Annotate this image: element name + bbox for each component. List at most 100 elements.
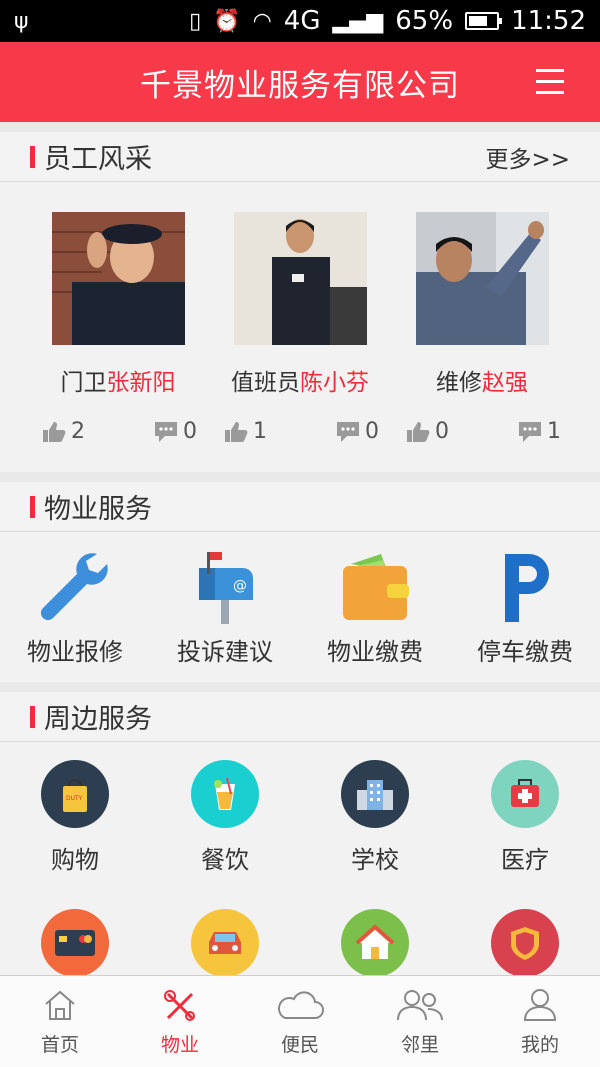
shopping-bag-icon: DUTY [41, 760, 109, 828]
nearby-label: 学校 [351, 846, 399, 874]
staff-stats: 0 1 [391, 419, 573, 444]
like-count: 0 [435, 419, 449, 444]
parking-icon [505, 554, 549, 622]
hamburger-menu-icon[interactable] [536, 69, 564, 102]
nearby-dining-button[interactable]: 餐饮 [150, 760, 300, 875]
signal-icon: ▂▄▆ [332, 8, 384, 34]
nearby-house-button[interactable] [300, 909, 450, 975]
property-complaint-button[interactable]: @ 投诉建议 [150, 548, 300, 667]
clock: 11:52 [511, 6, 586, 36]
tab-label: 物业 [160, 1034, 199, 1056]
staff-card-repair[interactable]: 维修赵强 0 1 [391, 212, 573, 444]
tab-home[interactable]: 首页 [0, 976, 120, 1067]
property-section-header: 物业服务 [0, 482, 600, 532]
section-marker [30, 495, 35, 518]
usb-icon: ψ [14, 8, 29, 34]
tab-label: 便民 [280, 1034, 319, 1056]
page-title: 千景物业服务有限公司 [140, 67, 460, 104]
like-button[interactable]: 1 [223, 419, 267, 444]
thumbs-up-icon [225, 421, 248, 442]
staff-role: 值班员 [231, 370, 300, 396]
comment-icon [155, 421, 177, 442]
property-grid: 物业报修 @ 投诉建议 物业缴费 停车缴费 [0, 532, 600, 667]
property-repair-button[interactable]: 物业报修 [0, 548, 150, 667]
like-button[interactable]: 2 [41, 419, 85, 444]
nearby-shield-button[interactable] [450, 909, 600, 975]
thumbs-up-icon [407, 421, 430, 442]
nearby-shopping-button[interactable]: DUTY 购物 [0, 760, 150, 875]
staff-card-duty[interactable]: 值班员陈小芬 1 0 [209, 212, 391, 444]
wifi-icon: ◠ [252, 8, 272, 34]
nearby-medical-button[interactable]: 医疗 [450, 760, 600, 875]
staff-list: 门卫张新阳 2 0 值班员陈小芬 1 0 维修赵强 0 1 [0, 182, 600, 444]
nearby-section: 周边服务 DUTY 购物 餐饮 学校 医疗 [0, 692, 600, 975]
tab-convenience[interactable]: 便民 [240, 976, 360, 1067]
nearby-grid-row2 [0, 875, 600, 975]
neighbors-icon [397, 990, 443, 1021]
comment-button[interactable]: 1 [517, 419, 561, 444]
tab-label: 邻里 [400, 1034, 439, 1056]
more-link[interactable]: 更多>> [485, 140, 570, 174]
staff-section: 员工风采 更多>> 门卫张新阳 2 0 值班员陈小芬 1 0 维修赵强 0 1 [0, 132, 600, 472]
staff-photo [415, 212, 549, 345]
like-button[interactable]: 0 [405, 419, 449, 444]
staff-section-header: 员工风采 更多>> [0, 132, 600, 182]
tools-icon [164, 990, 195, 1021]
comment-count: 0 [183, 419, 197, 444]
vibrate-icon: ▯ [189, 8, 202, 34]
property-label: 物业缴费 [327, 638, 423, 666]
like-count: 1 [253, 419, 267, 444]
wallet-icon [343, 554, 409, 620]
section-marker [30, 145, 35, 168]
alarm-icon: ⏰ [213, 8, 241, 34]
property-fee-button[interactable]: 物业缴费 [300, 548, 450, 667]
staff-name: 赵强 [482, 370, 528, 396]
car-icon [191, 909, 259, 975]
tab-me[interactable]: 我的 [480, 976, 600, 1067]
nearby-label: 购物 [51, 846, 99, 874]
nearby-grid-row1: DUTY 购物 餐饮 学校 医疗 [0, 742, 600, 875]
staff-name: 陈小芬 [300, 370, 369, 396]
staff-photo [233, 212, 367, 345]
tab-property[interactable]: 物业 [120, 976, 240, 1067]
section-title: 周边服务 [44, 704, 152, 735]
staff-caption: 值班员陈小芬 [209, 363, 391, 397]
comment-count: 0 [365, 419, 379, 444]
comment-icon [337, 421, 359, 442]
like-count: 2 [71, 419, 85, 444]
svg-text:@: @ [233, 578, 247, 594]
comment-icon [519, 421, 541, 442]
house-icon [341, 909, 409, 975]
school-building-icon [341, 760, 409, 828]
tab-label: 我的 [520, 1034, 559, 1056]
section-title: 物业服务 [44, 494, 152, 525]
comment-count: 1 [547, 419, 561, 444]
wrench-icon [40, 553, 108, 621]
nearby-school-button[interactable]: 学校 [300, 760, 450, 875]
nearby-section-header: 周边服务 [0, 692, 600, 742]
nearby-car-button[interactable] [150, 909, 300, 975]
shield-icon [491, 909, 559, 975]
mailbox-icon: @ [199, 552, 253, 624]
section-marker [30, 705, 35, 728]
staff-stats: 1 0 [209, 419, 391, 444]
comment-button[interactable]: 0 [153, 419, 197, 444]
staff-stats: 2 0 [27, 419, 209, 444]
battery-percent: 65% [395, 6, 454, 36]
tab-neighbors[interactable]: 邻里 [360, 976, 480, 1067]
nearby-card-button[interactable] [0, 909, 150, 975]
comment-button[interactable]: 0 [335, 419, 379, 444]
nearby-label: 餐饮 [201, 846, 249, 874]
home-icon [45, 990, 75, 1020]
thumbs-up-icon [43, 421, 66, 442]
property-label: 停车缴费 [477, 638, 573, 666]
staff-card-guard[interactable]: 门卫张新阳 2 0 [27, 212, 209, 444]
first-aid-icon [491, 760, 559, 828]
status-bar: ψ ▯ ⏰ ◠ 4G ▂▄▆ 65% 11:52 [0, 0, 600, 42]
status-right: ▯ ⏰ ◠ 4G ▂▄▆ 65% 11:52 [189, 6, 586, 36]
bottom-tab-bar: 首页 物业 便民 邻里 我的 [0, 975, 600, 1067]
property-label: 物业报修 [27, 638, 123, 666]
property-parking-button[interactable]: 停车缴费 [450, 548, 600, 667]
property-section: 物业服务 物业报修 @ 投诉建议 物业缴费 停车缴费 [0, 482, 600, 682]
network-label: 4G [283, 6, 321, 36]
